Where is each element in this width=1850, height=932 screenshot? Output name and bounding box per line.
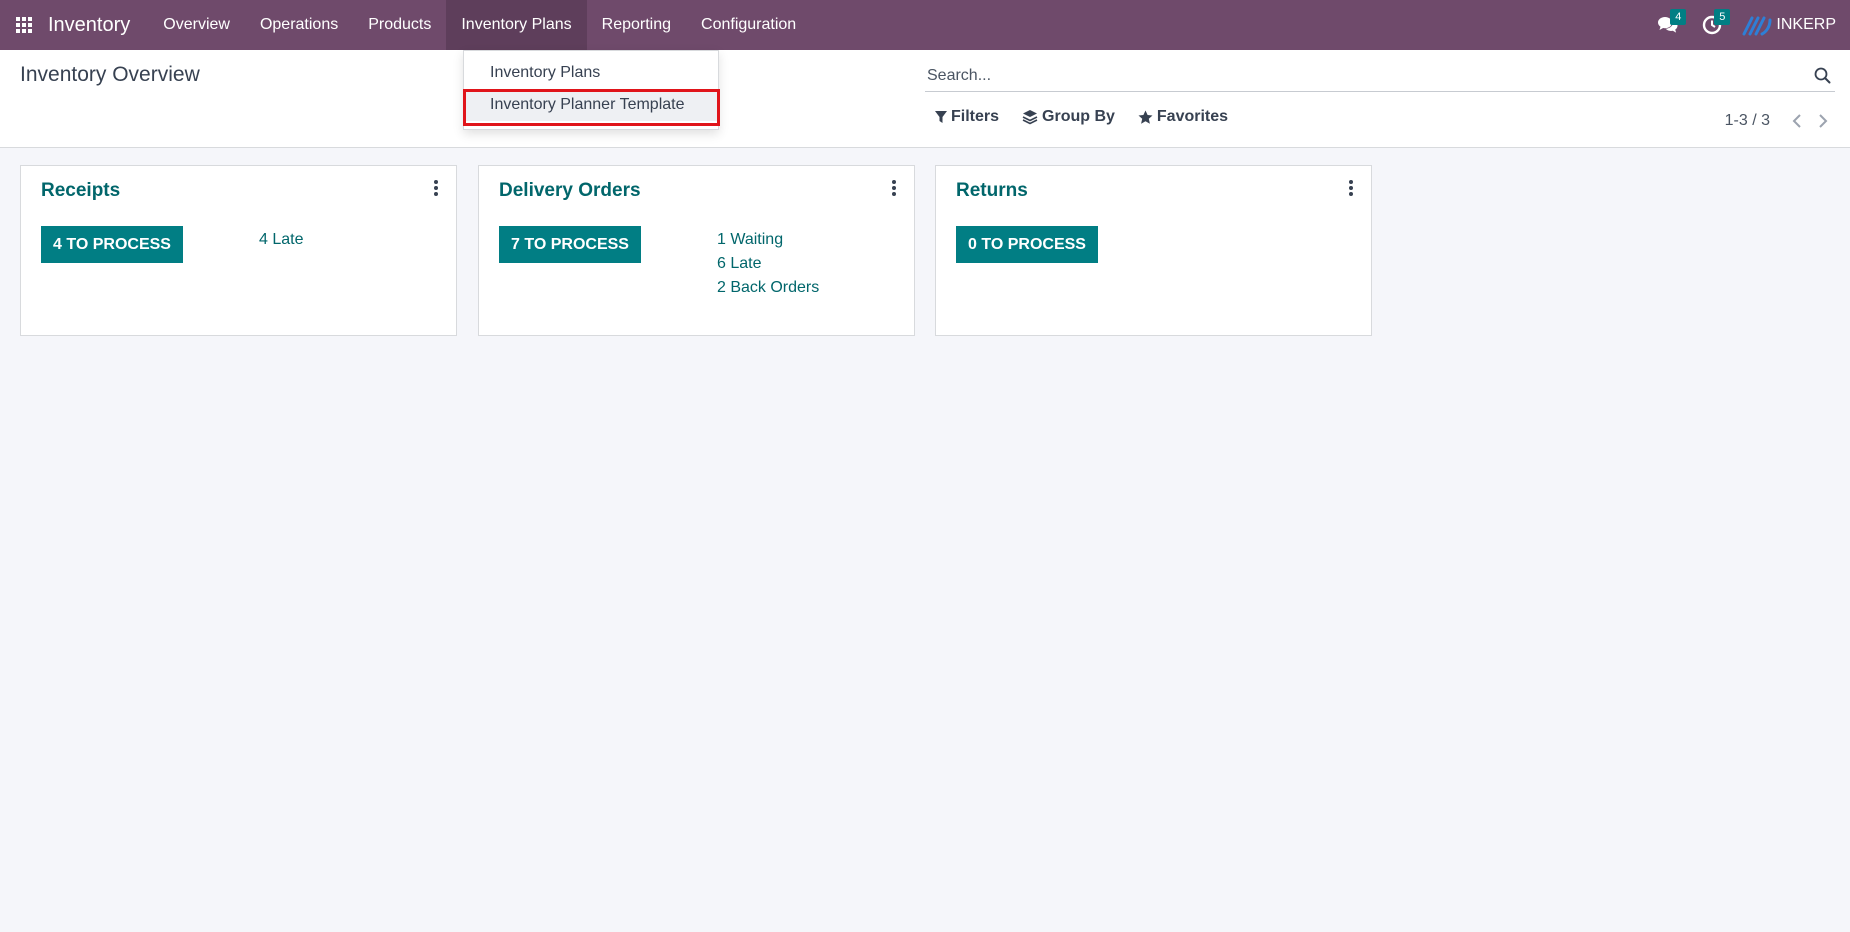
menu-item-operations[interactable]: Operations — [245, 0, 353, 50]
favorites-button[interactable]: Favorites — [1138, 108, 1239, 126]
company-name: INKERP — [1776, 16, 1836, 33]
filters-button[interactable]: Filters — [935, 108, 1010, 126]
systray: 4 5 INKERP — [1646, 0, 1850, 50]
to-process-button[interactable]: 0 TO PROCESS — [956, 226, 1098, 263]
group-by-label: Group By — [1042, 108, 1115, 125]
to-process-button[interactable]: 4 TO PROCESS — [41, 226, 183, 263]
card-title[interactable]: Returns — [956, 180, 1028, 202]
card-title[interactable]: Receipts — [41, 180, 120, 202]
late-link[interactable]: 4 Late — [259, 228, 303, 252]
app-title[interactable]: Inventory — [48, 14, 130, 37]
messages-count-badge: 4 — [1670, 9, 1687, 25]
activities-button[interactable]: 5 — [1690, 0, 1734, 50]
star-icon — [1138, 110, 1153, 124]
card-options-icon[interactable] — [1343, 178, 1359, 198]
card-options-icon[interactable] — [428, 178, 444, 198]
chevron-left-icon — [1792, 114, 1801, 128]
pager-next-button[interactable] — [1810, 108, 1836, 134]
menu-item-overview[interactable]: Overview — [148, 0, 245, 50]
chevron-right-icon — [1819, 114, 1828, 128]
back-orders-link[interactable]: 2 Back Orders — [717, 276, 819, 300]
waiting-link[interactable]: 1 Waiting — [717, 228, 819, 252]
card-delivery-orders: Delivery Orders 7 TO PROCESS 1 Waiting 6… — [478, 165, 915, 336]
group-by-button[interactable]: Group By — [1022, 108, 1126, 126]
pager-value[interactable]: 1-3 / 3 — [1725, 112, 1770, 130]
pager: 1-3 / 3 — [1725, 108, 1836, 134]
layers-icon — [1022, 110, 1038, 125]
dropdown-item-inventory-planner-template[interactable]: Inventory Planner Template — [464, 89, 718, 121]
menu-item-reporting[interactable]: Reporting — [587, 0, 686, 50]
pager-previous-button[interactable] — [1784, 108, 1810, 134]
card-receipts: Receipts 4 TO PROCESS 4 Late — [20, 165, 457, 336]
page-title: Inventory Overview — [20, 63, 200, 86]
top-navbar: Inventory Overview Operations Products I… — [0, 0, 1850, 50]
filters-label: Filters — [951, 108, 1000, 125]
search-button[interactable] — [1809, 63, 1835, 89]
search-input[interactable] — [925, 66, 1809, 85]
card-links: 1 Waiting 6 Late 2 Back Orders — [717, 228, 819, 300]
card-returns: Returns 0 TO PROCESS — [935, 165, 1372, 336]
search-icon — [1814, 67, 1830, 84]
messages-button[interactable]: 4 — [1646, 0, 1690, 50]
search-options: Filters Group By Favorites — [935, 108, 1251, 126]
search-bar — [925, 60, 1835, 92]
main-menu: Overview Operations Products Inventory P… — [148, 0, 811, 50]
late-link[interactable]: 6 Late — [717, 252, 819, 276]
to-process-button[interactable]: 7 TO PROCESS — [499, 226, 641, 263]
card-options-icon[interactable] — [886, 178, 902, 198]
menu-item-products[interactable]: Products — [353, 0, 446, 50]
company-logo-icon — [1742, 16, 1772, 36]
card-title[interactable]: Delivery Orders — [499, 180, 641, 202]
favorites-label: Favorites — [1156, 108, 1229, 125]
filter-icon — [935, 111, 947, 123]
menu-item-inventory-plans[interactable]: Inventory Plans — [446, 0, 587, 50]
card-links: 4 Late — [259, 228, 303, 252]
apps-menu-icon[interactable] — [0, 0, 48, 50]
inventory-plans-dropdown: Inventory Plans Inventory Planner Templa… — [463, 50, 719, 130]
control-panel: Inventory Overview Filters Group By — [0, 50, 1850, 148]
menu-item-configuration[interactable]: Configuration — [686, 0, 811, 50]
activities-count-badge: 5 — [1714, 9, 1731, 25]
company-switcher[interactable]: INKERP — [1742, 14, 1836, 36]
dropdown-item-inventory-plans[interactable]: Inventory Plans — [464, 57, 718, 89]
